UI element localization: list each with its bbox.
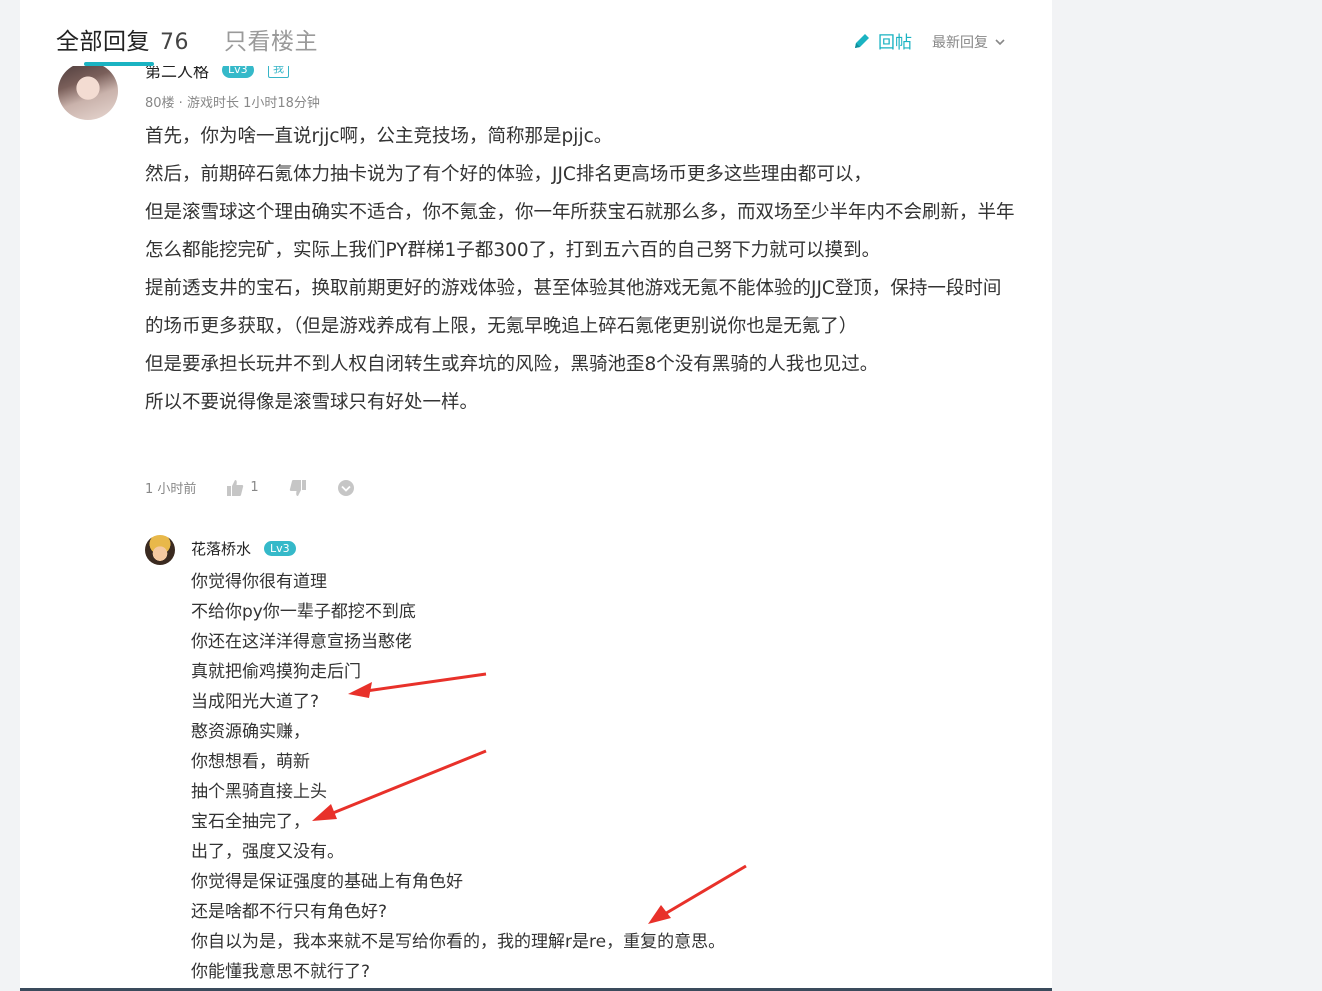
sub-reply-line: 你还在这洋洋得意宣扬当憨佬 — [191, 632, 412, 652]
level-badge: Lv3 — [264, 541, 296, 556]
sub-reply-line: 还是啥都不行只有角色好? — [191, 902, 388, 922]
tab-all-replies[interactable]: 全部回复 76 — [56, 22, 189, 56]
reply-count: 76 — [160, 30, 189, 55]
post-line: 但是要承担长玩井不到人权自闭转生或弃坑的风险，黑骑池歪8个没有黑骑的人我也见过。 — [145, 354, 879, 375]
sub-reply-line: 憨资源确实赚， — [191, 722, 310, 742]
pencil-icon — [855, 33, 869, 48]
sub-reply-line: 真就把偷鸡摸狗走后门 — [191, 662, 361, 682]
avatar[interactable] — [145, 535, 175, 565]
sort-dropdown[interactable]: 最新回复 — [932, 32, 1006, 52]
more-button[interactable] — [337, 479, 355, 497]
more-icon — [337, 479, 354, 496]
like-count: 1 — [250, 480, 259, 495]
active-tab-indicator — [84, 62, 154, 66]
sub-reply-line: 宝石全抽完了， — [191, 812, 310, 832]
sub-reply-username[interactable]: 花落桥水 — [191, 538, 251, 559]
post-line: 首先，你为啥一直说rjjc啊，公主竞技场，简称那是pjjc。 — [145, 126, 613, 147]
sub-reply-line: 出了，强度又没有。 — [191, 842, 344, 862]
sub-reply-content: 你觉得你很有道理 不给你py你一辈子都挖不到底 你还在这洋洋得意宣扬当憨佬 真就… — [191, 567, 725, 987]
tab-only-op[interactable]: 只看楼主 — [224, 22, 318, 56]
post-actions: 1 小时前 1 — [145, 478, 385, 497]
thumb-up-icon — [227, 479, 244, 496]
sort-label: 最新回复 — [932, 35, 988, 51]
post-line: 然后，前期碎石氪体力抽卡说为了有个好的体验，JJC排名更高场币更多这些理由都可以… — [145, 164, 872, 185]
reply-header: 全部回复 76 只看楼主 回帖 最新回复 — [20, 0, 1052, 66]
tab-all-label: 全部回复 — [56, 29, 150, 55]
post-line: 所以不要说得像是滚雪球只有好处一样。 — [145, 392, 479, 413]
post-line: 提前透支井的宝石，换取前期更好的游戏体验，甚至体验其他游戏无氪不能体验的JJC登… — [145, 278, 1002, 337]
sub-reply-line: 你能懂我意思不就行了? — [191, 962, 371, 982]
reply-button[interactable]: 回帖 — [852, 28, 912, 53]
sub-reply-line: 你想想看，萌新 — [191, 752, 310, 772]
reply-list-panel: 全部回复 76 只看楼主 回帖 最新回复 第二人格 Lv3 我 80楼 · 游戏时… — [20, 0, 1052, 991]
post-line: 但是滚雪球这个理由确实不适合，你不氪金，你一年所获宝石就那么多，而双场至少半年内… — [145, 202, 1015, 261]
dislike-button[interactable] — [289, 479, 307, 497]
post-content: 首先，你为啥一直说rjjc啊，公主竞技场，简称那是pjjc。 然后，前期碎石氪体… — [145, 118, 1015, 422]
post-meta: 80楼 · 游戏时长 1小时18分钟 — [145, 96, 320, 111]
sub-reply-line: 不给你py你一辈子都挖不到底 — [191, 602, 416, 622]
post-time: 1 小时前 — [145, 482, 197, 497]
sub-reply-line: 你自以为是，我本来就不是写给你看的，我的理解r是re，重复的意思。 — [191, 932, 726, 952]
avatar[interactable] — [58, 62, 118, 120]
thumb-down-icon — [289, 479, 306, 496]
sub-reply-line: 你觉得你很有道理 — [191, 572, 327, 592]
sub-reply-line: 你觉得是保证强度的基础上有角色好 — [191, 872, 463, 892]
sub-reply-line: 抽个黑骑直接上头 — [191, 782, 327, 802]
reply-button-label: 回帖 — [878, 33, 912, 53]
like-button[interactable]: 1 — [226, 479, 259, 497]
sub-reply-line: 当成阳光大道了? — [191, 692, 320, 712]
chevron-down-icon — [995, 39, 1005, 46]
